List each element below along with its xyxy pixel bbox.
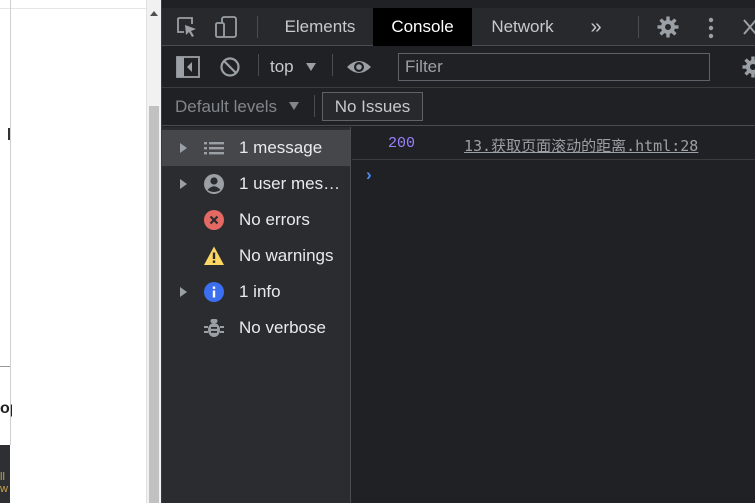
default-levels-dropdown[interactable]: Default levels: [175, 88, 277, 126]
toggle-sidebar-icon[interactable]: [176, 56, 200, 83]
page-text-fragment: op: [0, 400, 12, 417]
page-scrollbar[interactable]: [146, 0, 161, 503]
log-value: 200: [388, 135, 416, 152]
inspect-element-icon[interactable]: [176, 16, 198, 43]
sidebar-item-label: 1 message: [239, 138, 323, 157]
console-prompt-chevron-icon[interactable]: ›: [366, 165, 372, 185]
settings-gear-icon[interactable]: [657, 16, 679, 43]
levels-toolbar: Default levels No Issues: [162, 88, 755, 126]
console-output[interactable]: 200 13.获取页面滚动的距离.html:28 ›: [352, 127, 755, 503]
sidebar-item-label: 1 user messages: [239, 174, 347, 193]
sidebar-item-messages[interactable]: 1 message: [162, 130, 350, 166]
log-source-link[interactable]: 13.获取页面滚动的距离.html:28: [464, 135, 698, 156]
page-footer-fragment: ll w: [0, 445, 10, 503]
default-levels-label: Default levels: [175, 97, 278, 116]
sidebar-item-label: No errors: [239, 210, 310, 229]
info-icon: [203, 281, 225, 303]
chevron-down-icon[interactable]: [306, 63, 316, 71]
toolbar-separator: [332, 54, 333, 76]
more-tabs-button[interactable]: »: [580, 8, 612, 46]
sidebar-item-errors[interactable]: No errors: [162, 202, 350, 238]
more-options-kebab-icon[interactable]: [708, 17, 714, 44]
console-settings-gear-icon[interactable]: [742, 56, 755, 83]
page-footer-text: ll w: [0, 471, 8, 495]
page-divider: [10, 0, 11, 445]
context-selector-label: top: [270, 57, 294, 76]
chevron-down-icon[interactable]: [289, 102, 299, 110]
console-log-entry: 200 13.获取页面滚动的距离.html:28: [352, 127, 755, 160]
list-icon: [203, 137, 225, 159]
sidebar-item-label: 1 info: [239, 282, 281, 301]
warning-icon: [203, 245, 225, 267]
tab-console[interactable]: Console: [373, 8, 472, 46]
live-expression-eye-icon[interactable]: [346, 57, 372, 82]
expand-triangle-icon[interactable]: [180, 179, 187, 189]
sidebar-item-warnings[interactable]: No warnings: [162, 238, 350, 274]
tab-elements[interactable]: Elements: [269, 8, 371, 46]
text-cursor: [8, 128, 10, 140]
tab-network[interactable]: Network: [475, 8, 570, 46]
devtools-main-toolbar: Elements Console Network »: [162, 8, 755, 46]
sidebar-item-info[interactable]: 1 info: [162, 274, 350, 310]
expand-triangle-icon[interactable]: [180, 287, 187, 297]
error-icon: [203, 209, 225, 231]
scrollbar-thumb[interactable]: [149, 106, 159, 503]
page-rule: [0, 366, 10, 367]
devtools-panel: Elements Console Network » top Filter De…: [161, 0, 755, 503]
bug-icon: [203, 317, 225, 339]
scroll-up-arrow-icon[interactable]: [150, 11, 158, 16]
issues-button[interactable]: No Issues: [322, 92, 423, 121]
device-toolbar-icon[interactable]: [214, 15, 238, 44]
console-sidebar: 1 message 1 user messages No errors: [162, 127, 351, 503]
filter-input[interactable]: [398, 53, 710, 81]
close-devtools-icon[interactable]: [742, 18, 755, 41]
sidebar-item-label: No verbose: [239, 318, 326, 337]
toolbar-separator: [258, 54, 259, 76]
page-border: [0, 8, 146, 9]
sidebar-item-user-messages[interactable]: 1 user messages: [162, 166, 350, 202]
toolbar-separator: [257, 16, 258, 38]
clear-console-icon[interactable]: [219, 56, 241, 83]
console-toolbar: top: [162, 46, 755, 88]
sidebar-item-label: No warnings: [239, 246, 334, 265]
toolbar-separator: [638, 16, 639, 38]
page-content: op ll w: [0, 0, 146, 503]
issues-button-label: No Issues: [334, 97, 411, 116]
sidebar-item-verbose[interactable]: No verbose: [162, 310, 350, 346]
context-selector[interactable]: top: [270, 46, 294, 88]
expand-triangle-icon[interactable]: [180, 143, 187, 153]
toolbar-separator: [314, 95, 315, 117]
user-icon: [203, 173, 225, 195]
